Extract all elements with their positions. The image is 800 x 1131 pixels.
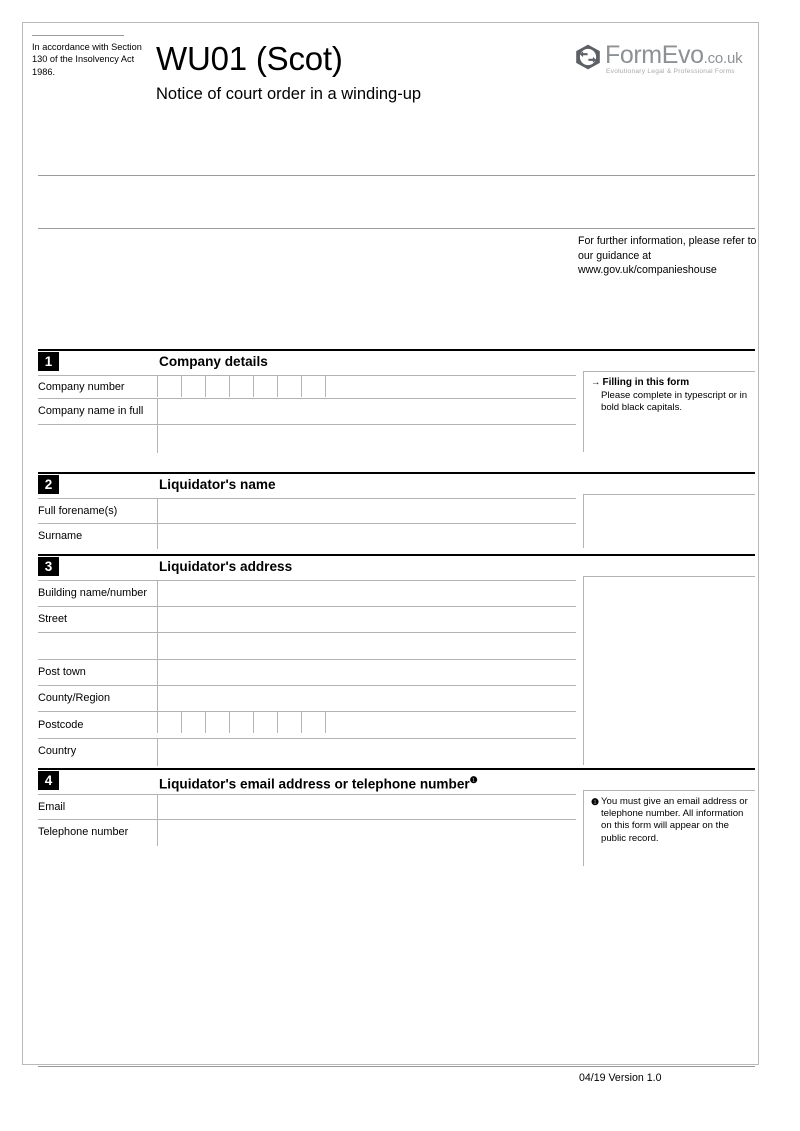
section-top-bar [38,472,755,474]
note-area-section2 [583,494,755,548]
postcode-char-6[interactable] [277,711,301,733]
postcode-char-2[interactable] [181,711,205,733]
logo-tagline: Evolutionary Legal & Professional Forms [606,68,735,75]
field-row-surname: Surname [38,523,576,549]
header-small-rule [32,35,124,36]
field-row-company-name-cont [38,424,576,453]
field-label: Country [38,745,77,757]
note-filling-in-this-form: → Filling in this form Please complete in… [583,371,755,452]
company-number-char-4[interactable] [229,375,253,397]
section-header: 3 Liquidator's address [38,557,755,576]
section-title: Company details [159,354,268,369]
section-title: Liquidator's address [159,559,293,574]
company-number-char-3[interactable] [205,375,229,397]
company-number-boxes[interactable] [157,375,349,397]
field-row-email: Email [38,794,576,820]
postcode-char-4[interactable] [229,711,253,733]
footer-version-text: 04/19 Version 1.0 [579,1072,662,1084]
company-name-input[interactable] [157,399,576,425]
field-label: County/Region [38,692,111,704]
telephone-input[interactable] [157,820,576,846]
full-forenames-input[interactable] [157,499,576,524]
field-label: Post town [38,666,86,678]
post-town-input[interactable] [157,660,576,686]
note-body: Please complete in typescript or in bold… [601,390,748,414]
section-title-text: Liquidator's email address or telephone … [159,776,470,792]
section-top-bar [38,554,755,556]
section-header: 2 Liquidator's name [38,475,755,494]
footer-rule [38,1066,755,1067]
note-body: You must give an email address or teleph… [601,796,748,844]
section-number: 4 [38,771,59,790]
field-row-street-cont [38,632,576,660]
field-row-county-region: County/Region [38,685,576,712]
postcode-boxes[interactable] [157,711,349,733]
field-label: Telephone number [38,826,129,838]
field-label: Email [38,801,66,813]
postcode-char-5[interactable] [253,711,277,733]
accordance-statement: In accordance with Section 130 of the In… [32,42,142,77]
logo-name-main: FormEvo [605,41,704,69]
company-number-char-7[interactable] [301,375,325,397]
email-input[interactable] [157,795,576,820]
section-number: 3 [38,557,59,576]
note-marker-icon: ❶ [591,797,600,807]
field-label: Surname [38,530,83,542]
field-row-building: Building name/number [38,580,576,607]
section-title: Liquidator's name [159,477,276,492]
logo-name-tld: .co.uk [703,50,743,67]
field-row-post-town: Post town [38,659,576,686]
header-rule-upper [38,175,755,176]
guidance-note: For further information, please refer to… [578,235,757,277]
note-title: Filling in this form [602,377,690,388]
field-label: Company number [38,381,125,393]
county-region-input[interactable] [157,686,576,712]
field-row-company-name: Company name in full [38,398,576,425]
field-row-full-forenames: Full forename(s) [38,498,576,524]
section-title: Liquidator's email address or telephone … [159,771,478,794]
section-header: 4 Liquidator's email address or telephon… [38,771,755,792]
note-contact-requirement: ❶ You must give an email address or telep… [583,790,755,866]
section-header: 1 Company details [38,352,755,371]
company-number-char-1[interactable] [157,375,181,397]
note-marker-icon: ❶ [469,775,478,785]
street-input-line2[interactable] [157,633,576,660]
section-top-bar [38,349,755,351]
form-page: In accordance with Section 130 of the In… [0,0,800,1131]
postcode-char-3[interactable] [205,711,229,733]
field-label: Company name in full [38,405,144,417]
arrow-right-icon: → [591,377,601,388]
field-label: Building name/number [38,587,147,599]
note-area-section3 [583,576,755,765]
field-label: Full forename(s) [38,505,118,517]
company-number-char-5[interactable] [253,375,277,397]
company-name-input-line2[interactable] [157,425,576,453]
field-row-street: Street [38,606,576,633]
postcode-char-7[interactable] [301,711,325,733]
form-code-title: WU01 (Scot) [156,40,343,77]
company-number-char-6[interactable] [277,375,301,397]
formevo-logo[interactable]: FormEvo.co.uk Evolutionary Legal & Profe… [575,41,757,79]
surname-input[interactable] [157,524,576,549]
note-title-row: → Filling in this form [591,376,749,389]
company-number-char-8[interactable] [325,375,349,397]
section-top-bar [38,768,755,770]
building-name-number-input[interactable] [157,581,576,607]
section-number: 2 [38,475,59,494]
country-input[interactable] [157,739,576,766]
field-label: Postcode [38,719,84,731]
note-body-row: ❶ You must give an email address or telep… [591,796,749,845]
company-number-char-2[interactable] [181,375,205,397]
postcode-char-1[interactable] [157,711,181,733]
section-number: 1 [38,352,59,371]
street-input[interactable] [157,607,576,633]
form-subtitle: Notice of court order in a winding-up [156,85,422,103]
field-row-telephone: Telephone number [38,819,576,846]
postcode-char-8[interactable] [325,711,349,733]
field-row-country: Country [38,738,576,766]
hexagon-arrows-icon [576,44,600,70]
field-label: Street [38,613,68,625]
header-rule-lower [38,228,755,229]
